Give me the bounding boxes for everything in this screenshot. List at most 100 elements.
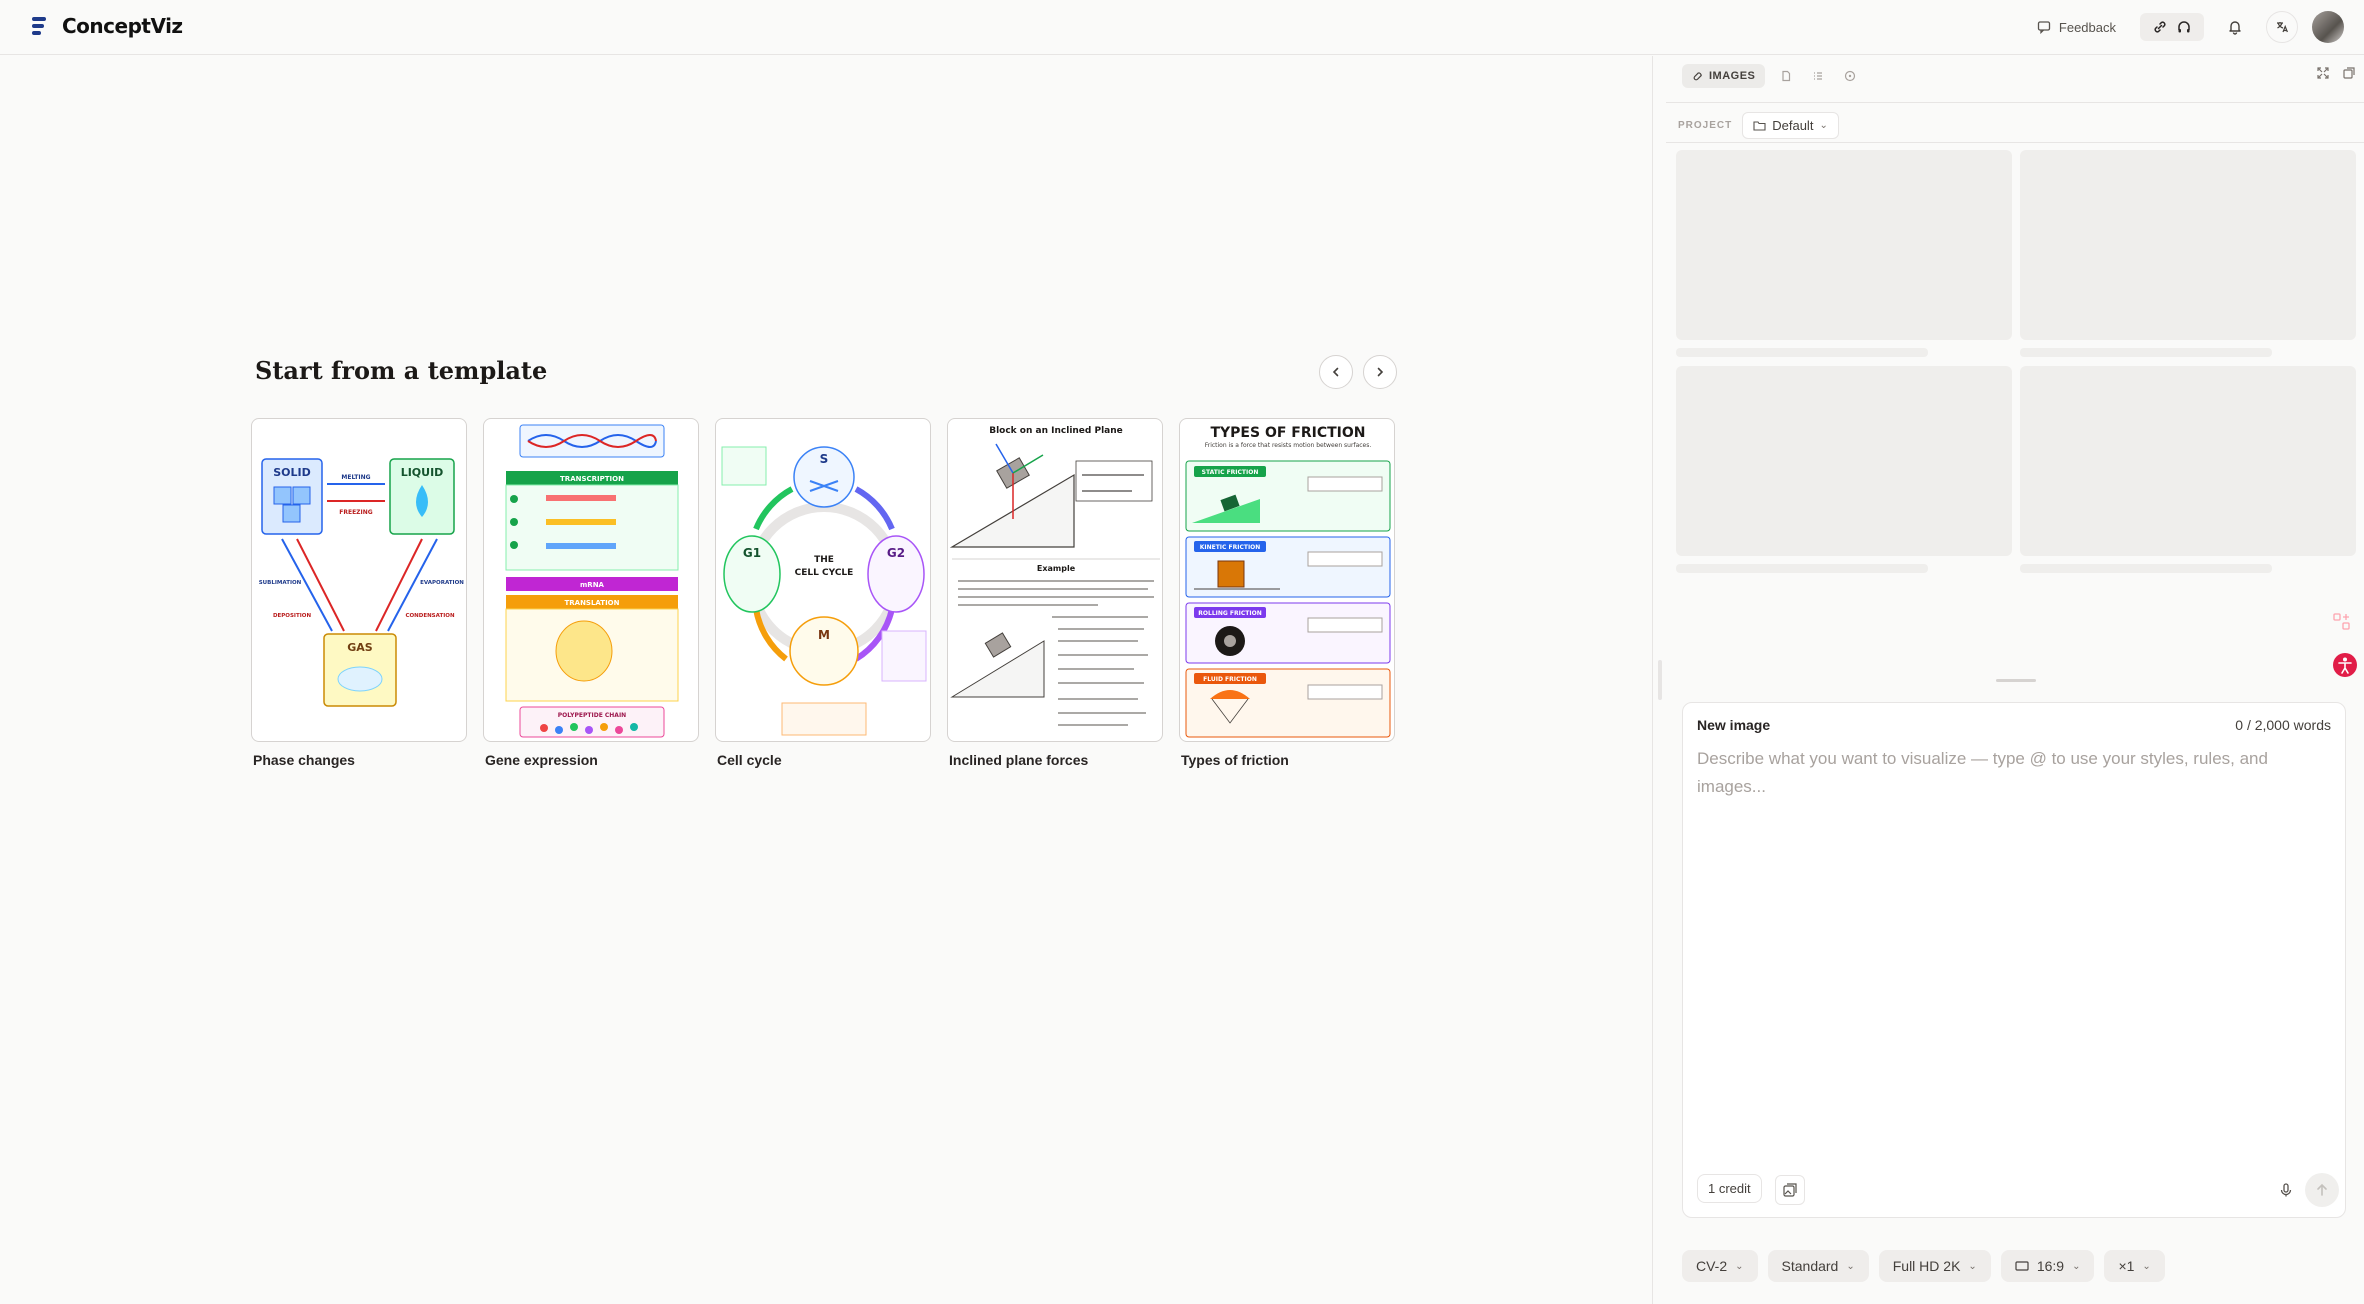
- images-tab-icon: [1693, 71, 1702, 80]
- chevron-down-icon: ⌄: [1819, 120, 1828, 131]
- previous-button[interactable]: [1319, 355, 1353, 389]
- panel-tabs: IMAGES: [1682, 64, 1861, 88]
- template-card-phase-changes[interactable]: SOLID LIQUID MELTING FREEZING GAS SUBLIM…: [251, 418, 467, 768]
- side-quick-actions: [2332, 612, 2358, 678]
- project-select[interactable]: Default ⌄: [1742, 112, 1839, 139]
- project-label: PROJECT: [1678, 120, 1733, 131]
- model-select[interactable]: CV-2 ⌄: [1682, 1250, 1758, 1282]
- tab-images-label: IMAGES: [1709, 70, 1756, 82]
- grid-add-icon[interactable]: [2332, 612, 2352, 632]
- composer-resize-grip[interactable]: [1996, 679, 2036, 682]
- tab-tags[interactable]: [1839, 65, 1861, 87]
- template-card-cell-cycle[interactable]: S G1 G2 M THE CELL CYCLE Cell cycle: [715, 418, 931, 768]
- right-panel: IMAGES PROJECT Default ⌄ New image 0 / 2…: [1666, 56, 2364, 1304]
- send-button[interactable]: [2305, 1173, 2339, 1207]
- thumb-fluid-label: FLUID FRICTION: [1203, 676, 1257, 683]
- headphones-icon: [2178, 21, 2190, 33]
- caption-placeholder: [1676, 564, 1928, 573]
- thumb-mrna-label: mRNA: [580, 581, 605, 589]
- thumb-condensation-label: CONDENSATION: [405, 613, 455, 619]
- chevron-down-icon: ⌄: [1735, 1260, 1744, 1272]
- composer-title: New image: [1697, 717, 1771, 733]
- microphone-icon: [2280, 1183, 2292, 1197]
- template-card-gene-expression[interactable]: TRANSCRIPTION mRNA TRANSLATION POLYPEPTI…: [483, 418, 699, 768]
- credit-badge: 1 credit: [1697, 1174, 1762, 1203]
- thumb-gas-label: GAS: [347, 641, 373, 654]
- tab-documents[interactable]: [1775, 65, 1797, 87]
- project-row: PROJECT Default ⌄: [1678, 112, 1839, 139]
- thumb-g2-label: G2: [887, 546, 905, 560]
- folder-icon: [1753, 121, 1766, 131]
- prompt-input[interactable]: [1697, 745, 2333, 825]
- attach-image-button[interactable]: [1775, 1175, 1805, 1205]
- resolution-select[interactable]: Full HD 2K ⌄: [1878, 1250, 1991, 1282]
- notifications-button[interactable]: [2218, 10, 2252, 44]
- template-label: Inclined plane forces: [949, 752, 1089, 768]
- thumb-incline-example: Example: [1037, 564, 1076, 573]
- caption-placeholder: [1676, 348, 1928, 357]
- word-count: 0 / 2,000 words: [2235, 717, 2331, 733]
- quality-select[interactable]: Standard ⌄: [1767, 1250, 1869, 1282]
- model-value: CV-2: [1696, 1258, 1728, 1274]
- accessibility-icon[interactable]: [2332, 652, 2358, 678]
- thumb-deposition-label: DEPOSITION: [273, 613, 312, 619]
- app-logo[interactable]: ConceptViz: [28, 14, 183, 38]
- theme-toggle[interactable]: [2140, 13, 2204, 41]
- panel-tools: [2316, 66, 2356, 80]
- thumb-m-label: M: [818, 628, 830, 642]
- feedback-button[interactable]: Feedback: [2027, 14, 2126, 41]
- template-carousel-nav: [1319, 355, 1397, 389]
- app-name: ConceptViz: [62, 14, 183, 38]
- template-list: SOLID LIQUID MELTING FREEZING GAS SUBLIM…: [251, 418, 1395, 768]
- bell-icon: [2229, 21, 2241, 35]
- project-value: Default: [1772, 118, 1814, 133]
- chevron-down-icon: ⌄: [1968, 1260, 1977, 1272]
- thumb-static-label: STATIC FRICTION: [1202, 469, 1259, 476]
- image-placeholder: [1676, 366, 2012, 556]
- aspect-ratio-select[interactable]: 16:9 ⌄: [2000, 1250, 2095, 1282]
- translate-button[interactable]: [2266, 11, 2298, 43]
- resolution-value: Full HD 2K: [1892, 1258, 1961, 1274]
- thumb-chain-label: POLYPEPTIDE CHAIN: [558, 712, 626, 719]
- thumb-g1-label: G1: [743, 546, 761, 560]
- template-card-inclined-plane-forces[interactable]: Block on an Inclined Plane Example Incli…: [947, 418, 1163, 768]
- expand-icon[interactable]: [2316, 66, 2330, 80]
- translate-icon: [2277, 22, 2288, 33]
- link-icon: [2154, 21, 2166, 33]
- popout-icon[interactable]: [2342, 66, 2356, 80]
- image-composer: New image 0 / 2,000 words 1 credit: [1682, 702, 2346, 1218]
- template-card-types-of-friction[interactable]: TYPES OF FRICTION Friction is a force th…: [1179, 418, 1395, 768]
- templates-title: Start from a template: [255, 356, 548, 385]
- caption-placeholder: [2020, 564, 2272, 573]
- tab-list[interactable]: [1807, 65, 1829, 87]
- panel-separator: [1666, 142, 2364, 143]
- chevron-right-icon: [1377, 367, 1384, 377]
- aspect-value: 16:9: [2036, 1258, 2065, 1274]
- thumb-incline-title: Block on an Inclined Plane: [989, 426, 1123, 436]
- voice-input-button[interactable]: [2271, 1175, 2301, 1205]
- aspect-ratio-icon: [2015, 1261, 2029, 1271]
- user-avatar[interactable]: [2312, 11, 2344, 43]
- template-label: Cell cycle: [717, 752, 782, 768]
- tab-images[interactable]: IMAGES: [1682, 64, 1766, 88]
- chevron-left-icon: [1332, 367, 1339, 377]
- arrow-up-icon: [2317, 1183, 2327, 1196]
- template-label: Types of friction: [1181, 752, 1289, 768]
- thumb-evaporation-label: EVAPORATION: [420, 580, 464, 586]
- top-bar: ConceptViz Feedback: [0, 0, 2364, 55]
- template-label: Gene expression: [485, 752, 598, 768]
- thumb-sublimation-label: SUBLIMATION: [259, 580, 302, 586]
- panel-resize-handle[interactable]: [1658, 660, 1662, 700]
- thumb-solid-label: SOLID: [273, 466, 311, 479]
- thumb-s-label: S: [820, 452, 829, 466]
- template-thumbnail: TRANSCRIPTION mRNA TRANSLATION POLYPEPTI…: [483, 418, 699, 742]
- image-placeholder: [2020, 366, 2356, 556]
- image-add-icon: [1783, 1183, 1797, 1197]
- generation-options: CV-2 ⌄ Standard ⌄ Full HD 2K ⌄ 16:9 ⌄ ×1 ⌄: [1682, 1250, 2165, 1282]
- thumb-freezing-label: FREEZING: [339, 509, 373, 516]
- template-label: Phase changes: [253, 752, 355, 768]
- count-select[interactable]: ×1 ⌄: [2104, 1250, 2165, 1282]
- panel-divider: [1652, 56, 1653, 1304]
- thumb-melting-label: MELTING: [341, 474, 370, 481]
- next-button[interactable]: [1363, 355, 1397, 389]
